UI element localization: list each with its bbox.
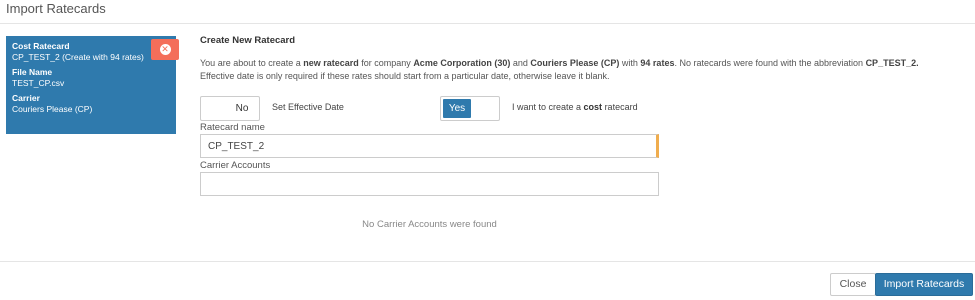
modal-title: Import Ratecards bbox=[6, 1, 106, 16]
carrier-accounts-input[interactable] bbox=[200, 172, 659, 196]
no-carrier-accounts-message: No Carrier Accounts were found bbox=[362, 219, 497, 230]
ratecard-name-label: Ratecard name bbox=[200, 122, 265, 133]
create-ratecard-panel: Create New Ratecard You are about to cre… bbox=[200, 35, 970, 230]
carrier-label: Carrier bbox=[12, 93, 40, 103]
description-text: You are about to create a new ratecard f… bbox=[200, 58, 919, 81]
ratecard-summary-card: Cost Ratecard CP_TEST_2 (Create with 94 … bbox=[6, 36, 179, 134]
import-ratecards-button[interactable]: Import Ratecards bbox=[875, 273, 973, 296]
cost-ratecard-toggle[interactable]: Yes bbox=[440, 96, 500, 121]
effective-date-toggle[interactable]: No bbox=[200, 96, 260, 121]
close-button[interactable]: Close bbox=[830, 273, 876, 296]
file-name-label: File Name bbox=[12, 67, 53, 77]
modal-header: Import Ratecards bbox=[0, 0, 975, 24]
cost-ratecard-toggle-state: Yes bbox=[443, 99, 471, 118]
file-name-value: TEST_CP.csv bbox=[12, 78, 65, 88]
effective-date-toggle-state: No bbox=[235, 103, 249, 114]
carrier-value: Couriers Please (CP) bbox=[12, 104, 93, 114]
cost-ratecard-label: I want to create a cost ratecard bbox=[512, 102, 638, 112]
modal-footer-divider bbox=[0, 261, 975, 262]
effective-date-label: Set Effective Date bbox=[272, 102, 344, 112]
ratecard-name-input[interactable]: CP_TEST_2 bbox=[200, 134, 659, 158]
close-circle-icon: ✕ bbox=[159, 44, 171, 55]
remove-ratecard-button[interactable]: ✕ bbox=[151, 39, 179, 60]
section-title: Create New Ratecard bbox=[200, 35, 296, 46]
carrier-accounts-label: Carrier Accounts bbox=[200, 160, 271, 171]
